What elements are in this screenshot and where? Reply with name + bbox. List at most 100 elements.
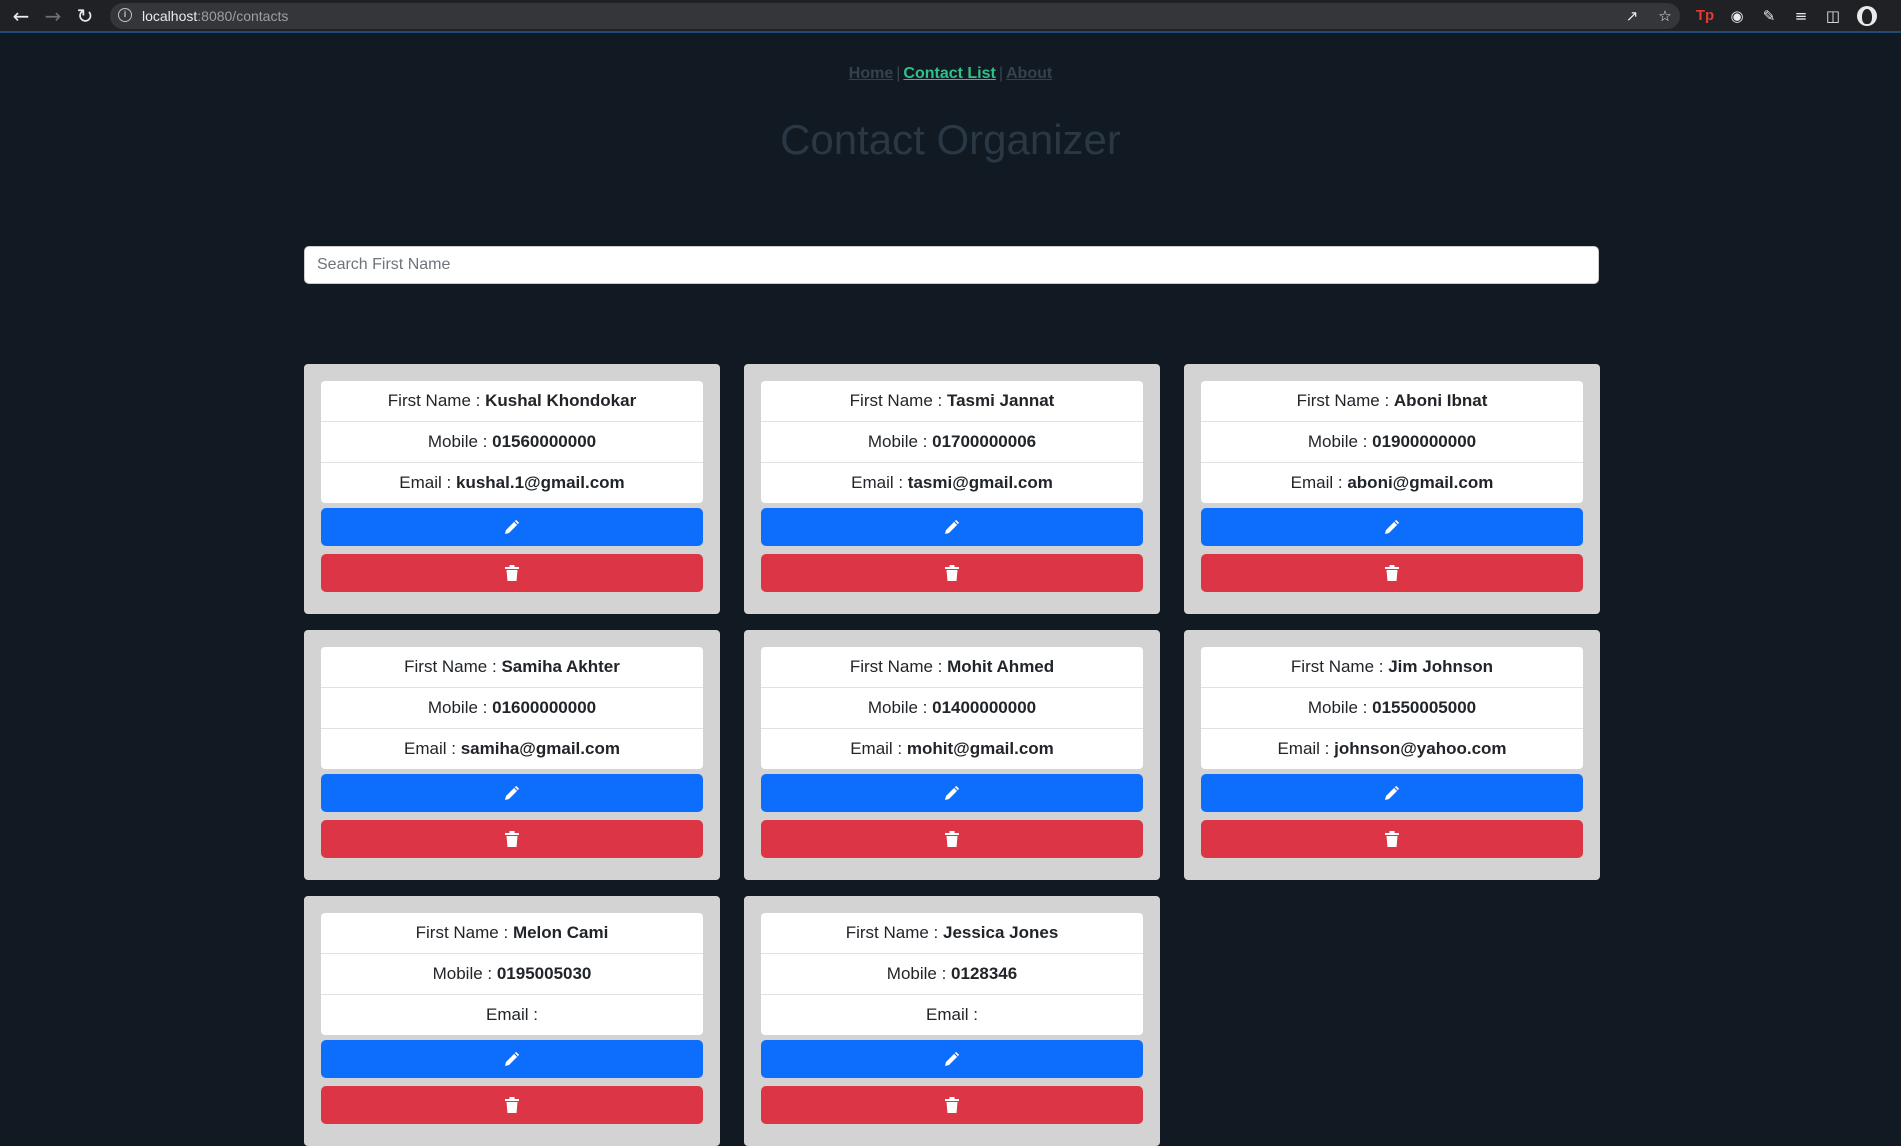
mobile-label: Mobile : [427,432,493,451]
mobile-row: Mobile : 0195005030 [321,954,703,995]
mobile-row: Mobile : 01560000000 [321,422,703,463]
back-arrow-icon[interactable]: ← [9,4,33,28]
site-info-icon[interactable]: i [118,8,132,22]
delete-button[interactable] [1201,820,1583,858]
contact-grid: First Name : Kushal Khondokar Mobile : 0… [304,364,1600,1146]
top-nav: Home | Contact List | About [0,65,1901,83]
edit-button[interactable] [1201,774,1583,812]
nav-about-link[interactable]: About [1006,65,1052,82]
pencil-icon [505,785,520,800]
nav-contact-list-link[interactable]: Contact List [903,65,995,82]
email-row: Email : samiha@gmail.com [321,729,703,769]
email-value: tasmi@gmail.com [907,473,1053,492]
address-bar[interactable]: i localhost:8080/contacts [110,3,1680,29]
first-name-value: Kushal Khondokar [485,391,637,410]
edit-button[interactable] [761,1040,1143,1078]
trash-icon [505,565,519,581]
nav-separator: | [896,65,901,82]
mobile-label: Mobile : [1307,698,1373,717]
edit-button[interactable] [1201,508,1583,546]
share-icon[interactable]: ↗ [1622,6,1642,26]
mobile-value: 01900000000 [1372,432,1477,451]
mobile-value: 0128346 [951,964,1018,983]
trash-icon [1385,831,1399,847]
email-value: samiha@gmail.com [460,739,620,758]
mobile-value: 01550005000 [1372,698,1477,717]
delete-button[interactable] [1201,554,1583,592]
email-label: Email : [850,739,907,758]
media-queue-icon[interactable]: ≡ [1791,6,1811,26]
first-name-row: First Name : Jim Johnson [1201,647,1583,688]
email-value: aboni@gmail.com [1347,473,1494,492]
contact-info-list: First Name : Melon Cami Mobile : 0195005… [321,913,703,1035]
search-input[interactable] [304,246,1599,284]
mobile-label: Mobile : [886,964,952,983]
mobile-label: Mobile : [432,964,497,983]
mobile-row: Mobile : 0128346 [761,954,1143,995]
star-bookmark-icon[interactable]: ☆ [1655,6,1675,26]
first-name-label: First Name : [415,923,513,942]
email-row: Email : tasmi@gmail.com [761,463,1143,503]
puzzle-extensions-icon[interactable]: ✎ [1759,6,1779,26]
pencil-icon [1385,785,1400,800]
email-label: Email : [926,1005,978,1024]
contact-info-list: First Name : Kushal Khondokar Mobile : 0… [321,381,703,503]
mobile-value: 01400000000 [932,698,1037,717]
first-name-value: Jessica Jones [942,923,1059,942]
edit-button[interactable] [321,774,703,812]
pencil-icon [505,1051,520,1066]
pencil-icon [505,519,520,534]
url-text[interactable]: localhost:8080/contacts [142,8,288,24]
nav-home-link[interactable]: Home [849,65,893,82]
delete-button[interactable] [761,820,1143,858]
mobile-value: 01600000000 [492,698,597,717]
email-row: Email : [761,995,1143,1035]
email-value: mohit@gmail.com [906,739,1054,758]
pencil-icon [945,1051,960,1066]
contact-card: First Name : Mohit Ahmed Mobile : 014000… [744,630,1160,880]
profile-avatar[interactable] [1857,6,1877,26]
side-panel-icon[interactable]: ◫ [1823,6,1843,26]
email-row: Email : aboni@gmail.com [1201,463,1583,503]
first-name-value: Samiha Akhter [501,657,620,676]
trash-icon [945,1097,959,1113]
mobile-row: Mobile : 01900000000 [1201,422,1583,463]
tp-extension-icon[interactable]: Tp [1695,6,1715,26]
delete-button[interactable] [761,1086,1143,1124]
extension-glasses-icon[interactable]: ◉ [1727,6,1747,26]
pencil-icon [1385,519,1400,534]
mobile-value: 0195005030 [496,964,592,983]
contact-info-list: First Name : Samiha Akhter Mobile : 0160… [321,647,703,769]
first-name-label: First Name : [849,657,948,676]
mobile-label: Mobile : [867,698,933,717]
contact-info-list: First Name : Jim Johnson Mobile : 015500… [1201,647,1583,769]
forward-arrow-icon[interactable]: → [41,4,65,28]
trash-icon [505,831,519,847]
edit-button[interactable] [321,1040,703,1078]
contact-card: First Name : Samiha Akhter Mobile : 0160… [304,630,720,880]
mobile-row: Mobile : 01600000000 [321,688,703,729]
email-label: Email : [851,473,908,492]
first-name-row: First Name : Aboni Ibnat [1201,381,1583,422]
email-value: johnson@yahoo.com [1334,739,1507,758]
delete-button[interactable] [321,1086,703,1124]
edit-button[interactable] [761,508,1143,546]
email-label: Email : [1277,739,1335,758]
first-name-label: First Name : [849,391,947,410]
first-name-row: First Name : Mohit Ahmed [761,647,1143,688]
contact-card: First Name : Aboni Ibnat Mobile : 019000… [1184,364,1600,614]
first-name-label: First Name : [387,391,486,410]
delete-button[interactable] [321,820,703,858]
delete-button[interactable] [761,554,1143,592]
delete-button[interactable] [321,554,703,592]
pencil-icon [945,519,960,534]
mobile-row: Mobile : 01400000000 [761,688,1143,729]
first-name-row: First Name : Melon Cami [321,913,703,954]
first-name-row: First Name : Tasmi Jannat [761,381,1143,422]
edit-button[interactable] [321,508,703,546]
edit-button[interactable] [761,774,1143,812]
email-label: Email : [486,1005,538,1024]
trash-icon [505,1097,519,1113]
first-name-row: First Name : Samiha Akhter [321,647,703,688]
reload-icon[interactable]: ↻ [73,4,97,28]
